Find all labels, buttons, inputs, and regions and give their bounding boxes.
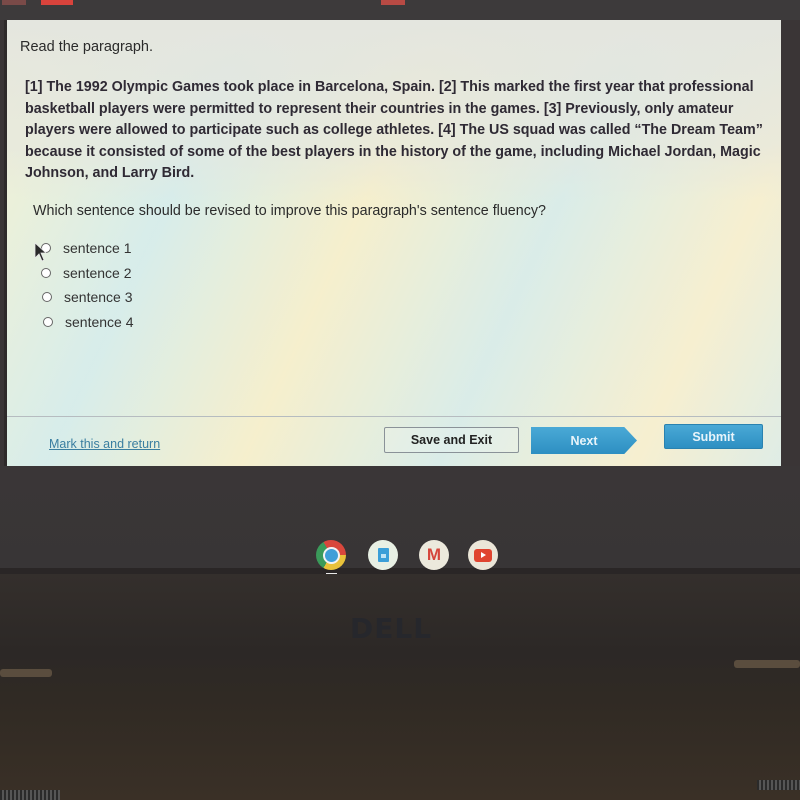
radio-button[interactable]: [42, 292, 52, 303]
browser-tab-sliver: [41, 0, 73, 5]
browser-tab-sliver: [2, 0, 26, 5]
save-and-exit-button[interactable]: Save and Exit: [384, 427, 519, 453]
mark-and-return-link[interactable]: Mark this and return: [49, 437, 160, 451]
submit-button[interactable]: Submit: [664, 424, 763, 449]
radio-button[interactable]: [43, 316, 53, 327]
footer-divider: [7, 416, 781, 417]
mouse-pointer-icon: [34, 242, 48, 262]
docs-icon[interactable]: [368, 540, 398, 570]
hinge: [734, 660, 800, 668]
hinge: [0, 669, 52, 677]
browser-tab-sliver: [381, 0, 405, 5]
option-label: sentence 1: [63, 240, 132, 257]
option-label: sentence 4: [65, 313, 134, 330]
youtube-icon[interactable]: [468, 540, 498, 570]
answer-option-1[interactable]: sentence 1: [41, 236, 134, 261]
top-bezel: [0, 0, 800, 20]
vent-grille: [0, 790, 60, 800]
vent-grille: [757, 780, 800, 790]
reading-passage: [1] The 1992 Olympic Games took place in…: [25, 79, 763, 181]
instructions-text: Read the paragraph.: [20, 39, 154, 55]
quiz-panel: Read the paragraph. [1] The 1992 Olympic…: [4, 20, 781, 466]
next-button[interactable]: Next: [531, 427, 637, 454]
dell-logo: DELL: [350, 612, 433, 645]
option-label: sentence 2: [63, 264, 132, 281]
answer-option-4[interactable]: sentence 4: [43, 310, 134, 335]
answer-options: sentence 1 sentence 2 sentence 3 sentenc…: [41, 236, 134, 334]
gmail-icon[interactable]: M: [419, 540, 449, 570]
question-prompt: Which sentence should be revised to impr…: [33, 203, 546, 219]
laptop-chassis: [0, 574, 800, 800]
chrome-icon[interactable]: [316, 540, 346, 570]
option-label: sentence 3: [64, 289, 133, 306]
answer-option-2[interactable]: sentence 2: [41, 261, 134, 286]
os-shelf: [0, 466, 800, 574]
radio-button[interactable]: [41, 267, 51, 278]
answer-option-3[interactable]: sentence 3: [42, 285, 134, 310]
